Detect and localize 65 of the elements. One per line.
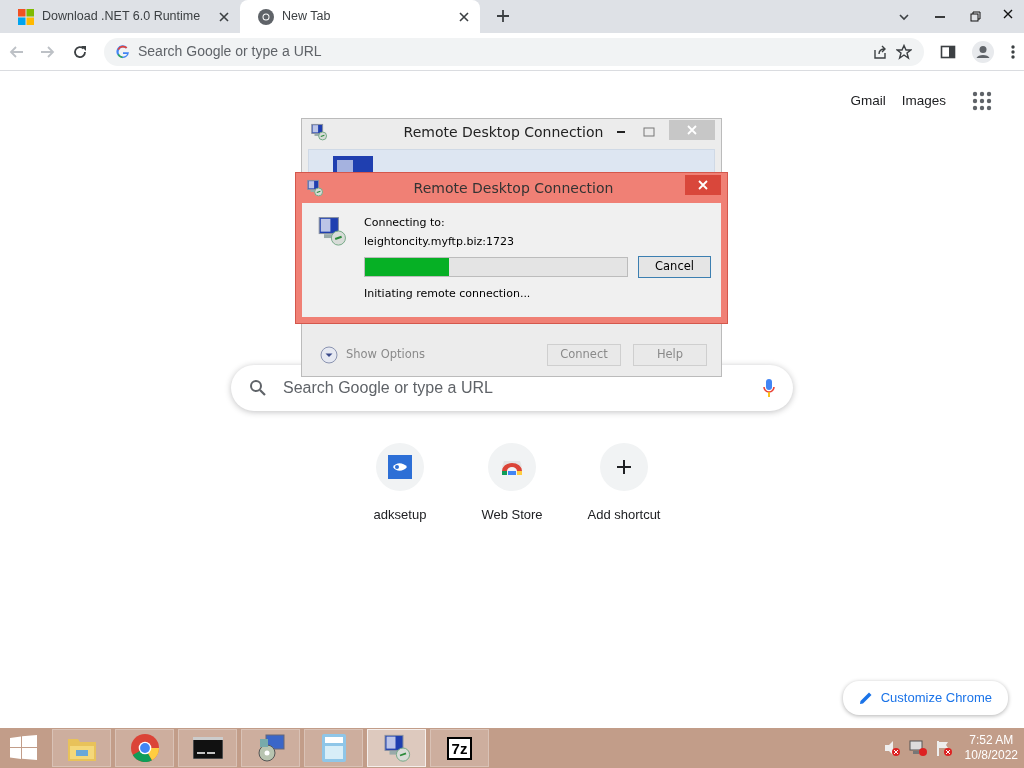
shortcut-label: Web Store	[481, 506, 543, 524]
chrome-icon	[258, 8, 274, 25]
terminal-icon	[192, 737, 223, 759]
tab-title: Download .NET 6.0 Runtime	[42, 8, 202, 26]
side-panel-icon[interactable]	[940, 43, 956, 60]
window-title: Remote Desktop Connection	[412, 178, 615, 198]
windows-start-icon[interactable]	[10, 735, 38, 761]
address-placeholder: Search Google or type a URL	[138, 42, 323, 61]
clock-time: 7:52 AM	[968, 733, 1015, 748]
remote-desktop-icon	[306, 179, 324, 197]
customize-button[interactable]: Customize Chrome	[842, 681, 1008, 715]
cancel-button[interactable]: Cancel	[638, 256, 711, 278]
google-icon	[116, 44, 130, 59]
host-address: leightoncity.myftp.biz:1723	[364, 233, 515, 250]
muted-speaker-icon[interactable]	[882, 739, 901, 757]
close-icon[interactable]	[218, 10, 230, 23]
header-link[interactable]: Gmail	[850, 91, 886, 112]
close-icon	[687, 125, 697, 135]
expand-icon[interactable]	[320, 346, 338, 364]
microphone-icon	[763, 379, 775, 397]
address-bar[interactable]: Search Google or type a URL	[104, 37, 924, 66]
browser-tab[interactable]: New Tab	[240, 0, 480, 33]
close-icon	[698, 180, 708, 190]
shortcut-label: adksetup	[373, 506, 427, 524]
shortcut-tile[interactable]: adksetup	[344, 443, 456, 525]
apps-icon[interactable]	[972, 91, 992, 112]
shortcut-tile[interactable]: Add shortcut	[568, 443, 680, 525]
add-icon	[616, 459, 632, 475]
search-placeholder: Search Google or type a URL	[283, 378, 494, 398]
clock-date: 10/8/2022	[964, 748, 1018, 763]
restore-icon[interactable]	[970, 11, 982, 23]
shortcut-label: Add shortcut	[587, 506, 661, 524]
close-button[interactable]	[685, 175, 721, 195]
flag-icon[interactable]	[934, 739, 953, 757]
profile-icon[interactable]	[972, 40, 994, 63]
maximize-icon[interactable]	[643, 126, 655, 138]
tab-title: New Tab	[282, 8, 332, 26]
dropdown-icon[interactable]	[898, 11, 910, 23]
new-tab-icon[interactable]	[496, 9, 510, 23]
remote-desktop-icon	[316, 215, 348, 247]
calculator-icon	[321, 734, 346, 762]
shortcut-tile[interactable]: Web Store	[456, 443, 568, 525]
menu-icon[interactable]	[1010, 43, 1016, 60]
window-title: Remote Desktop Connection	[402, 122, 605, 142]
star-icon[interactable]	[896, 43, 912, 60]
pencil-icon	[858, 690, 873, 705]
fish-logo-icon	[388, 455, 412, 479]
search-icon	[249, 379, 267, 397]
reload-icon[interactable]	[72, 43, 88, 60]
share-icon[interactable]	[872, 43, 888, 60]
remote-desktop-icon	[381, 733, 412, 763]
network-icon[interactable]	[908, 739, 927, 757]
header-link[interactable]: Images	[901, 91, 946, 112]
app-logo: 7z	[446, 736, 473, 760]
windows-logo-icon	[18, 8, 34, 25]
remote-desktop-icon	[310, 123, 328, 141]
close-icon[interactable]	[458, 10, 470, 23]
taskbar-button[interactable]: 7z	[430, 729, 489, 767]
browser-tab[interactable]: Download .NET 6.0 Runtime	[0, 0, 240, 33]
connecting-label: Connecting to:	[364, 215, 446, 231]
chrome-icon	[130, 734, 159, 762]
taskbar-button[interactable]	[178, 729, 237, 767]
taskbar-button[interactable]	[367, 729, 426, 767]
status-text: Initiating remote connection...	[364, 286, 532, 302]
installer-icon	[255, 733, 286, 763]
